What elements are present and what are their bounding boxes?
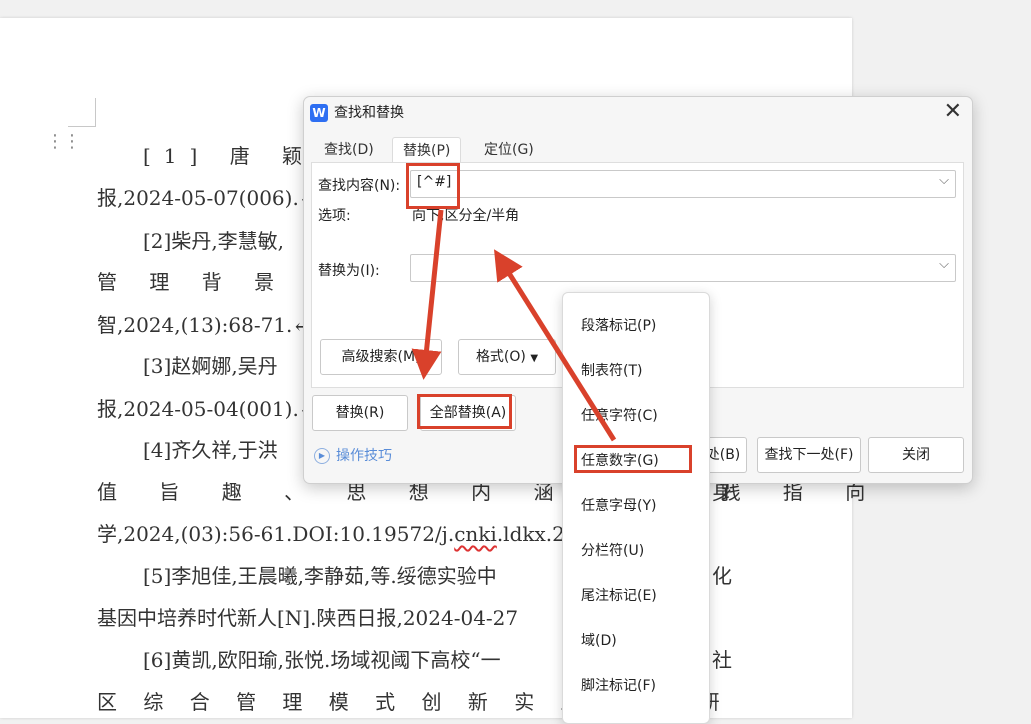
close-icon[interactable]: ✕	[944, 99, 962, 124]
caret-down-icon: ▼	[530, 353, 539, 364]
menu-item-any-letter[interactable]: 任意字母(Y)	[581, 495, 656, 515]
format-button[interactable]: 格式(O) ▼	[458, 339, 556, 375]
replace-button[interactable]: 替换(R)	[312, 395, 408, 431]
page-corner-mark	[68, 98, 96, 127]
menu-item-tab[interactable]: 制表符(T)	[581, 360, 642, 380]
doc-fragment: 社	[712, 648, 732, 672]
options-label: 选项:	[318, 208, 351, 224]
play-icon: ▶	[314, 448, 330, 464]
doc-line: 报,2024-05-07(006).↵	[97, 186, 316, 210]
doc-line: 报,2024-05-04(001).↵	[97, 397, 316, 421]
doc-line: 基因中培养时代新人[N].陕西日报,2024-04-27	[97, 606, 519, 630]
highlight-any-digit	[574, 445, 692, 473]
doc-line: [6]黄凯,欧阳瑜,张悦.场域视阈下高校“一	[143, 648, 501, 672]
menu-item-field[interactable]: 域(D)	[581, 630, 617, 650]
menu-item-footnote-mark[interactable]: 脚注标记(F)	[581, 675, 656, 695]
tab-replace[interactable]: 替换(P)	[392, 137, 462, 164]
tab-goto[interactable]: 定位(G)	[474, 137, 544, 163]
highlight-replace-all	[417, 394, 512, 429]
tab-find[interactable]: 查找(D)	[314, 137, 384, 163]
close-button[interactable]: 关闭	[868, 437, 964, 473]
doc-line: 智,2024,(13):68-71.↵	[97, 313, 310, 337]
doc-line: [4]齐久祥,于洪	[143, 438, 278, 462]
doc-fragment: 化	[712, 564, 732, 588]
find-label: 查找内容(N):	[318, 178, 401, 194]
find-next-button[interactable]: 查找下一处(F)	[757, 437, 861, 473]
chevron-down-icon[interactable]: ⌵	[939, 173, 949, 188]
doc-line: [2]柴丹,李慧敏,	[143, 229, 285, 253]
replace-input[interactable]: ⌵	[410, 254, 956, 282]
doc-line: 学,2024,(03):56-61.DOI:10.19572/j.cnki.ld…	[97, 518, 578, 547]
menu-item-paragraph-mark[interactable]: 段落标记(P)	[581, 315, 656, 335]
doc-text: 学,2024,(03):56-61.DOI:10.19572/j.	[97, 522, 455, 546]
chevron-down-icon[interactable]: ⌵	[939, 257, 949, 272]
doc-line: [5]李旭佳,王晨曦,李静茹,等.绥德实验中	[143, 564, 497, 588]
dialog-title: 查找和替换	[334, 105, 404, 121]
tips-link[interactable]: ▶ 操作技巧	[314, 445, 392, 465]
spell-check-squiggle: cnki	[454, 522, 497, 546]
menu-item-any-char[interactable]: 任意字符(C)	[581, 405, 658, 425]
replace-label: 替换为(I):	[318, 263, 380, 279]
tips-label: 操作技巧	[336, 448, 392, 464]
menu-item-column-break[interactable]: 分栏符(U)	[581, 540, 644, 560]
drag-handle-icon[interactable]: ⋮⋮	[46, 133, 81, 158]
special-format-menu: 段落标记(P) 制表符(T) 任意字符(C) 任意数字(G) 任意字母(Y) 分…	[562, 292, 710, 724]
highlight-find-value	[406, 163, 460, 209]
format-label: 格式(O)	[475, 349, 526, 365]
menu-item-endnote-mark[interactable]: 尾注标记(E)	[581, 585, 657, 605]
advanced-search-button[interactable]: 高级搜索(M)	[320, 339, 442, 375]
find-input[interactable]: [^#] ⌵	[410, 170, 956, 198]
wps-writer-logo-icon: W	[310, 104, 328, 122]
doc-line: [3]赵婀娜,吴丹	[143, 354, 278, 378]
